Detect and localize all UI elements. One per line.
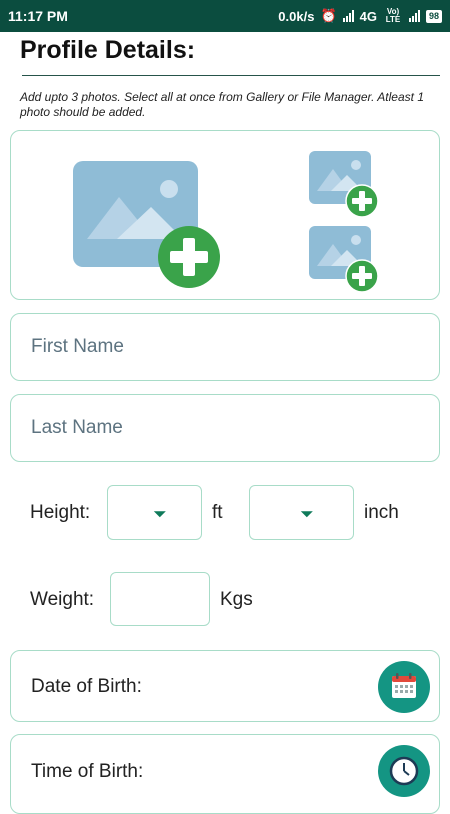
last-name-placeholder: Last Name	[31, 417, 123, 438]
network-type: 4G	[359, 8, 377, 24]
plus-icon[interactable]	[345, 184, 379, 218]
signal-icon-2	[408, 10, 420, 22]
first-name-placeholder: First Name	[31, 336, 124, 357]
photo-hint: Add upto 3 photos. Select all at once fr…	[20, 90, 424, 119]
chevron-down-icon	[153, 510, 166, 517]
clock-icon	[389, 756, 419, 786]
battery-icon: 98	[425, 9, 442, 23]
calendar-icon	[392, 673, 416, 698]
chevron-down-icon	[300, 510, 313, 517]
height-inch-dropdown[interactable]	[249, 485, 354, 540]
tob-picker-button[interactable]	[378, 745, 430, 797]
net-speed: 0.0k/s	[278, 8, 315, 24]
title-divider	[22, 75, 440, 76]
photo-slot-3[interactable]	[309, 226, 379, 293]
dob-picker-button[interactable]	[378, 661, 430, 713]
photo-slot-2[interactable]	[309, 151, 379, 218]
status-time: 11:17 PM	[8, 8, 68, 24]
status-indicators: 0.0k/s ⏰ 4G Vo) LTE 98	[278, 8, 442, 24]
signal-icon	[342, 10, 354, 22]
height-ft-unit: ft	[212, 502, 223, 523]
main-photo-slot[interactable]	[73, 161, 220, 297]
status-bar: 11:17 PM 0.0k/s ⏰ 4G Vo) LTE 98	[0, 0, 450, 32]
height-inch-unit: inch	[364, 502, 399, 523]
last-name-field[interactable]: Last Name	[10, 394, 440, 462]
alarm-icon: ⏰	[320, 8, 337, 23]
page-title: Profile Details:	[20, 36, 196, 64]
tob-label: Time of Birth:	[31, 761, 144, 782]
first-name-field[interactable]: First Name	[10, 313, 440, 381]
tob-field[interactable]: Time of Birth:	[10, 734, 440, 814]
dob-label: Date of Birth:	[31, 676, 142, 697]
photo-picker-box	[10, 130, 440, 300]
weight-unit: Kgs	[220, 589, 253, 610]
volte-indicator: Vo) LTE	[385, 7, 401, 24]
dob-field[interactable]: Date of Birth:	[10, 650, 440, 722]
weight-label: Weight:	[30, 589, 95, 610]
plus-icon[interactable]	[345, 259, 379, 293]
height-ft-dropdown[interactable]	[107, 485, 202, 540]
weight-input[interactable]	[110, 572, 210, 626]
height-label: Height:	[30, 502, 91, 523]
plus-icon[interactable]	[157, 225, 221, 289]
